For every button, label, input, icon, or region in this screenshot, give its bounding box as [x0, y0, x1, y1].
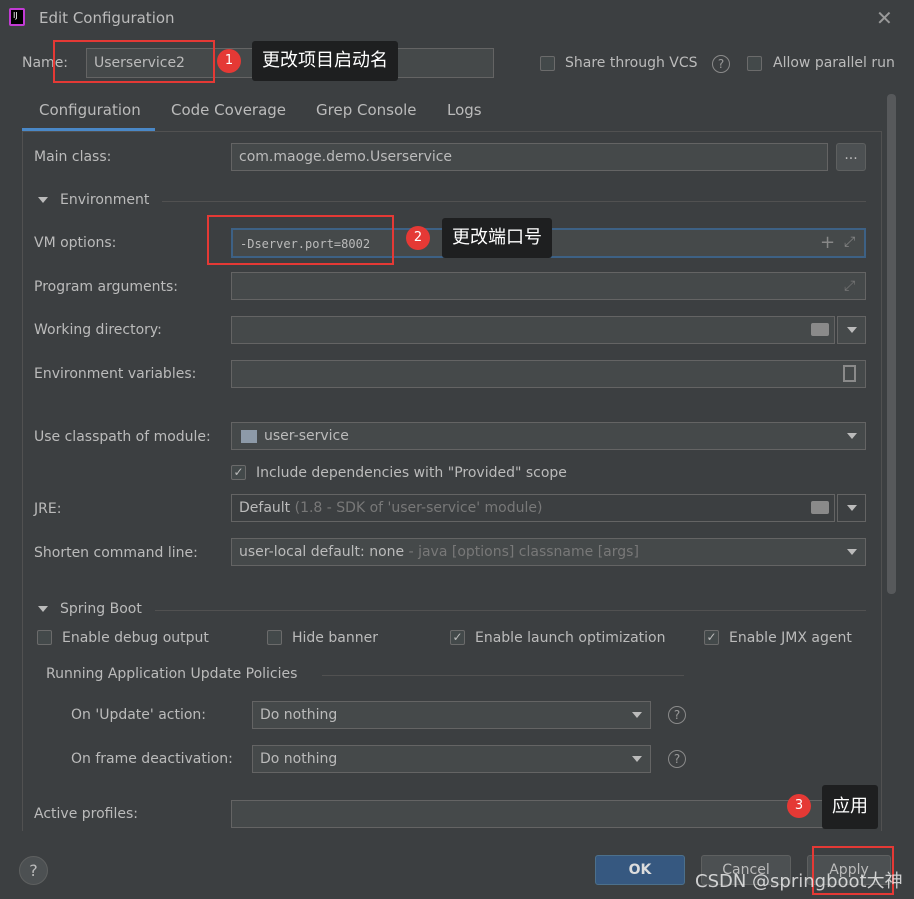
scrollbar[interactable]	[887, 94, 896, 594]
window-title: Edit Configuration	[39, 9, 175, 27]
tab-grep-console[interactable]: Grep Console	[316, 101, 417, 119]
annotation-tip-3: 应用	[822, 785, 878, 829]
on-update-label: On 'Update' action:	[71, 707, 207, 723]
include-deps-checkbox[interactable]: ✓	[231, 465, 246, 480]
watermark: CSDN @springboot大神	[695, 871, 903, 892]
app-icon: IJ	[9, 8, 25, 26]
expand-icon[interactable]: ⤢	[844, 234, 855, 250]
hide-banner-checkbox[interactable]	[267, 630, 282, 645]
policies-section: Running Application Update Policies	[46, 666, 298, 682]
module-icon	[241, 430, 257, 443]
expand-icon[interactable]: ⤢	[844, 278, 855, 294]
environment-section: Environment	[60, 192, 150, 208]
jre-input[interactable]: Default (1.8 - SDK of 'user-service' mod…	[231, 494, 835, 522]
jre-label: JRE:	[34, 501, 62, 517]
annotation-badge-1: 1	[217, 49, 241, 73]
shorten-dropdown[interactable]: user-local default: none - java [options…	[231, 538, 866, 566]
jmx-checkbox[interactable]: ✓	[704, 630, 719, 645]
share-vcs-label: Share through VCS	[565, 55, 698, 71]
folder-icon[interactable]	[811, 501, 829, 514]
tab-configuration[interactable]: Configuration	[39, 101, 141, 119]
spring-boot-collapse-icon[interactable]	[38, 606, 48, 612]
folder-icon[interactable]	[811, 323, 829, 336]
share-vcs-checkbox[interactable]	[540, 56, 555, 71]
hide-banner-label: Hide banner	[292, 630, 378, 646]
enable-debug-label: Enable debug output	[62, 630, 209, 646]
annotation-badge-2: 2	[406, 226, 430, 250]
env-vars-input[interactable]	[231, 360, 866, 388]
tab-logs[interactable]: Logs	[447, 101, 482, 119]
working-dir-dropdown[interactable]	[837, 316, 866, 344]
active-profiles-input[interactable]	[231, 800, 866, 828]
on-frame-label: On frame deactivation:	[71, 751, 233, 767]
env-vars-label: Environment variables:	[34, 366, 197, 382]
on-update-dropdown[interactable]: Do nothing	[252, 701, 651, 729]
jmx-label: Enable JMX agent	[729, 630, 852, 646]
launch-opt-checkbox[interactable]: ✓	[450, 630, 465, 645]
working-dir-input[interactable]	[231, 316, 835, 344]
program-args-input[interactable]	[231, 272, 866, 300]
environment-collapse-icon[interactable]	[38, 197, 48, 203]
vm-options-label: VM options:	[34, 235, 117, 251]
allow-parallel-label: Allow parallel run	[773, 55, 895, 71]
annotation-box-name	[53, 40, 215, 83]
help-icon[interactable]: ?	[668, 706, 686, 724]
annotation-tip-1: 更改项目启动名	[252, 41, 398, 81]
ok-button[interactable]: OK	[595, 855, 685, 885]
annotation-tip-2: 更改端口号	[442, 218, 552, 258]
spring-boot-section: Spring Boot	[60, 601, 142, 617]
on-frame-dropdown[interactable]: Do nothing	[252, 745, 651, 773]
tab-code-coverage[interactable]: Code Coverage	[171, 101, 286, 119]
working-dir-label: Working directory:	[34, 322, 162, 338]
include-deps-label: Include dependencies with "Provided" sco…	[256, 465, 567, 481]
allow-parallel-checkbox[interactable]	[747, 56, 762, 71]
add-icon[interactable]: +	[820, 232, 835, 253]
help-button[interactable]: ?	[19, 856, 48, 885]
document-icon[interactable]	[843, 365, 856, 382]
main-class-input[interactable]: com.maoge.demo.Userservice	[231, 143, 828, 171]
browse-button[interactable]: ...	[836, 143, 866, 171]
help-icon[interactable]: ?	[668, 750, 686, 768]
enable-debug-checkbox[interactable]	[37, 630, 52, 645]
annotation-box-vm	[207, 215, 394, 265]
active-profiles-label: Active profiles:	[34, 806, 138, 822]
classpath-dropdown[interactable]: user-service	[231, 422, 866, 450]
jre-dropdown[interactable]	[837, 494, 866, 522]
launch-opt-label: Enable launch optimization	[475, 630, 666, 646]
classpath-label: Use classpath of module:	[34, 429, 211, 445]
close-icon[interactable]: ✕	[876, 6, 893, 30]
annotation-badge-3: 3	[787, 794, 811, 818]
main-class-label: Main class:	[34, 149, 112, 165]
shorten-label: Shorten command line:	[34, 545, 198, 561]
program-args-label: Program arguments:	[34, 279, 178, 295]
help-icon[interactable]: ?	[712, 55, 730, 73]
